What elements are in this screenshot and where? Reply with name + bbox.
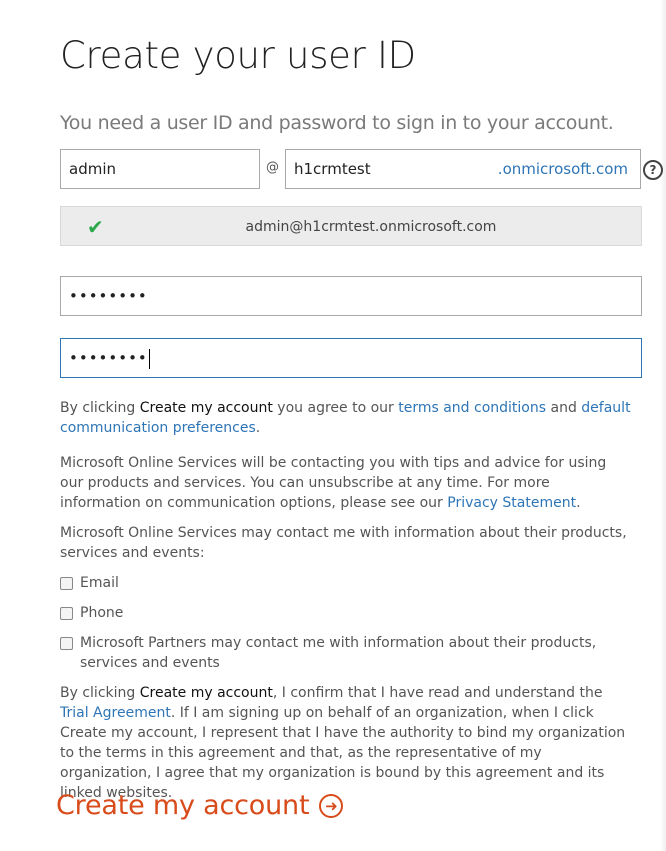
terms-link[interactable]: terms and conditions bbox=[398, 400, 546, 416]
page-subtitle: You need a user ID and password to sign … bbox=[60, 112, 614, 134]
username-value: admin bbox=[69, 160, 116, 178]
trial-bold: Create my account bbox=[139, 685, 273, 701]
create-account-button[interactable]: Create my account ➜ bbox=[56, 790, 344, 821]
confirm-password-input[interactable]: •••••••• bbox=[60, 338, 642, 378]
confirm-password-value: •••••••• bbox=[69, 349, 148, 367]
trial-prefix: By clicking bbox=[60, 685, 140, 701]
agreement-middle: you agree to our bbox=[272, 400, 399, 416]
domain-value: h1crmtest bbox=[294, 160, 371, 178]
trial-agreement-notice: By clicking Create my account, I confirm… bbox=[60, 683, 635, 803]
trial-agreement-link[interactable]: Trial Agreement bbox=[60, 705, 171, 721]
agreement-suffix: . bbox=[255, 420, 261, 436]
partners-checkbox[interactable] bbox=[60, 637, 73, 650]
contact-info: Microsoft Online Services will be contac… bbox=[60, 453, 632, 513]
page-title: Create your user ID bbox=[60, 34, 416, 77]
signup-page: Create your user ID You need a user ID a… bbox=[0, 0, 666, 851]
trial-middle: , I confirm that I have read and underst… bbox=[272, 685, 603, 701]
phone-checkbox[interactable] bbox=[60, 607, 73, 620]
arrow-circle-right-icon: ➜ bbox=[319, 794, 344, 818]
domain-input[interactable]: h1crmtest .onmicrosoft.com bbox=[285, 149, 641, 189]
phone-checkbox-label: Phone bbox=[80, 605, 124, 621]
user-id-preview: ✔ admin@h1crmtest.onmicrosoft.com bbox=[60, 206, 642, 246]
contact-info-suffix: . bbox=[576, 495, 581, 511]
at-symbol: @ bbox=[266, 160, 279, 175]
help-icon[interactable]: ? bbox=[643, 160, 663, 180]
domain-suffix: .onmicrosoft.com bbox=[497, 160, 628, 178]
partners-checkbox-label: Microsoft Partners may contact me with i… bbox=[80, 635, 597, 671]
agreement-and: and bbox=[546, 400, 582, 416]
username-input[interactable]: admin bbox=[60, 149, 260, 189]
password-value: •••••••• bbox=[69, 287, 148, 305]
create-account-label: Create my account bbox=[56, 790, 310, 821]
agreement-notice: By clicking Create my account you agree … bbox=[60, 398, 632, 438]
agreement-prefix: By clicking bbox=[60, 400, 140, 416]
email-checkbox-label: Email bbox=[80, 575, 119, 591]
password-input[interactable]: •••••••• bbox=[60, 276, 642, 316]
privacy-statement-link[interactable]: Privacy Statement bbox=[447, 495, 576, 511]
edge-shade bbox=[660, 0, 666, 851]
contact-prompt: Microsoft Online Services may contact me… bbox=[60, 525, 627, 561]
user-id-preview-text: admin@h1crmtest.onmicrosoft.com bbox=[245, 219, 497, 235]
text-caret bbox=[148, 348, 150, 369]
email-checkbox[interactable] bbox=[60, 577, 73, 590]
agreement-bold: Create my account bbox=[139, 400, 273, 416]
